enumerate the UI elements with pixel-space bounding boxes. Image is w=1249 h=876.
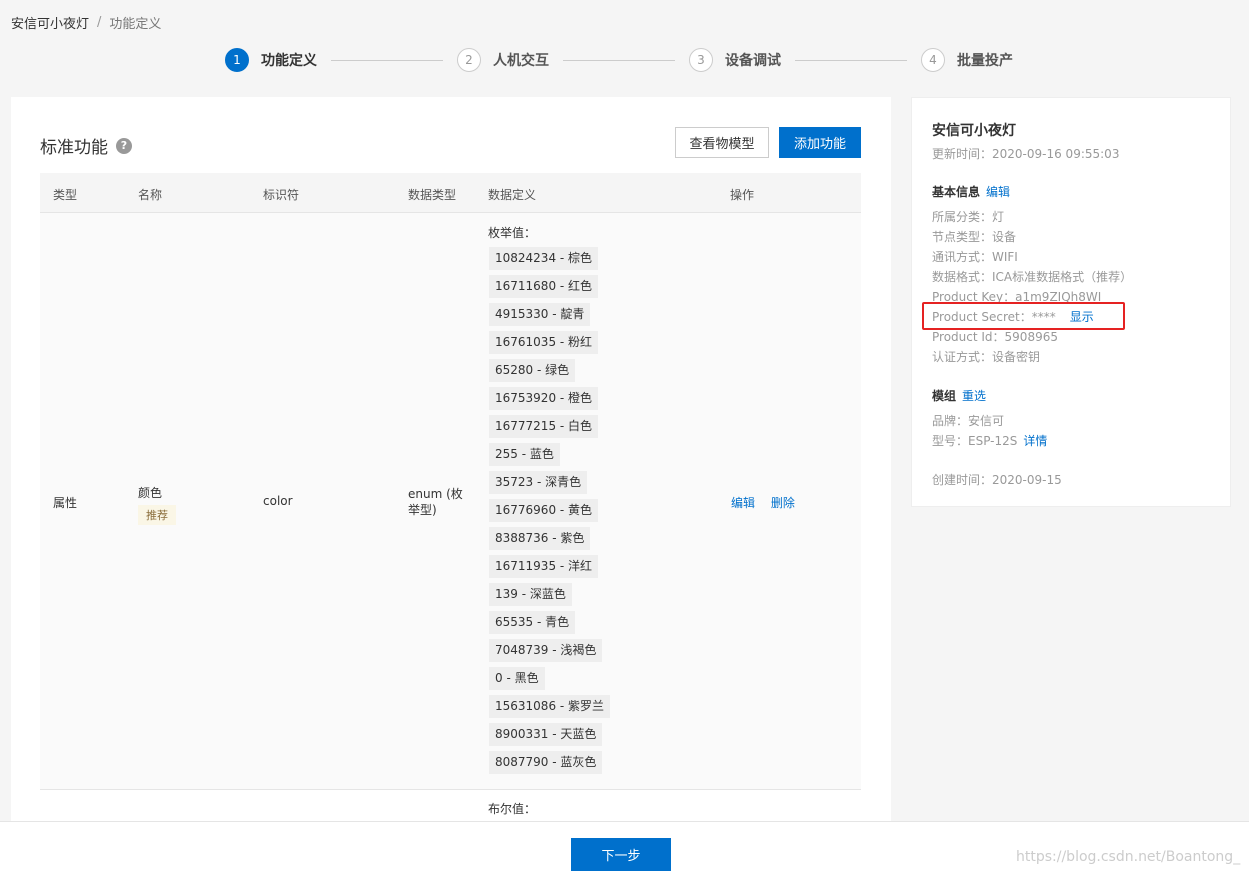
- standard-functions-panel: 标准功能 ? 查看物模型 添加功能 类型 名称 标识符 数据类型 数据定义 操作…: [11, 97, 891, 821]
- step-connector: [331, 59, 443, 61]
- enum-value: 16776960 - 黄色: [489, 499, 599, 522]
- highlight-box: [922, 302, 1125, 330]
- header-data-definition: 数据定义: [488, 188, 537, 202]
- step-connector: [563, 59, 675, 61]
- basic-info-heading: 基本信息 编辑: [932, 183, 1010, 200]
- breadcrumb-product[interactable]: 安信可小夜灯: [11, 13, 89, 32]
- enum-value: 8388736 - 紫色: [489, 527, 591, 550]
- basic-info-edit-link[interactable]: 编辑: [986, 185, 1010, 199]
- enum-value: 0 - 黑色: [489, 667, 545, 690]
- next-step-button[interactable]: 下一步: [571, 838, 671, 871]
- module-detail-link[interactable]: 详情: [1023, 434, 1047, 448]
- breadcrumb: 安信可小夜灯 / 功能定义: [11, 13, 161, 32]
- enum-value: 35723 - 深青色: [489, 471, 588, 494]
- row-name-cell: 颜色 推荐: [138, 484, 176, 525]
- step-1-number: 1: [225, 48, 249, 72]
- enum-value: 255 - 蓝色: [489, 443, 560, 466]
- enum-value: 10824234 - 棕色: [489, 247, 599, 270]
- enum-value: 4915330 - 靛青: [489, 303, 591, 326]
- header-data-type: 数据类型: [408, 188, 457, 202]
- info-brand: 品牌：安信可: [932, 414, 1005, 428]
- enum-values-list: 10824234 - 棕色 16711680 - 红色 4915330 - 靛青…: [489, 247, 611, 779]
- recommended-badge: 推荐: [138, 505, 176, 525]
- bool-values-title: 布尔值：: [488, 802, 537, 816]
- row-actions: 编辑 删除: [731, 494, 807, 511]
- step-2: 2 人机交互: [457, 48, 549, 72]
- table-header: 类型 名称 标识符 数据类型 数据定义 操作: [40, 173, 861, 213]
- module-heading: 模组 重选: [932, 387, 986, 404]
- step-3-label: 设备调试: [725, 53, 781, 69]
- row-name: 颜色: [138, 486, 163, 500]
- functions-table: 类型 名称 标识符 数据类型 数据定义 操作 属性 颜色 推荐 color en…: [40, 173, 861, 821]
- info-category: 所属分类：灯: [932, 210, 1005, 224]
- step-connector: [795, 59, 907, 61]
- info-product-id: Product Id：5908965: [932, 330, 1058, 344]
- breadcrumb-separator: /: [97, 15, 102, 30]
- watermark: https://blog.csdn.net/Boantong_: [1016, 849, 1241, 865]
- panel-title: 标准功能 ?: [40, 133, 132, 158]
- info-created: 创建时间：2020-09-15: [932, 473, 1062, 487]
- footer-bar: 下一步 https://blog.csdn.net/Boantong_: [0, 821, 1249, 876]
- enum-values-title: 枚举值：: [488, 226, 537, 240]
- header-actions: 操作: [730, 188, 755, 202]
- enum-value: 16761035 - 粉红: [489, 331, 599, 354]
- enum-value: 139 - 深蓝色: [489, 583, 572, 606]
- help-icon[interactable]: ?: [116, 137, 132, 154]
- step-4: 4 批量投产: [921, 48, 1013, 72]
- info-comm: 通讯方式：WIFI: [932, 250, 1018, 264]
- step-3-number: 3: [689, 48, 713, 72]
- module-label: 模组: [932, 389, 957, 403]
- row-identifier: color: [263, 494, 293, 508]
- table-row: 属性 颜色 推荐 color enum (枚举型) 枚举值： 10824234 …: [40, 213, 861, 790]
- enum-value: 65535 - 青色: [489, 611, 576, 634]
- table-row: 布尔值：: [40, 790, 861, 821]
- enum-value: 16777215 - 白色: [489, 415, 599, 438]
- header-name: 名称: [138, 188, 163, 202]
- update-time: 更新时间：2020-09-16 09:55:03: [932, 147, 1120, 161]
- panel-title-text: 标准功能: [40, 138, 108, 158]
- delete-link[interactable]: 删除: [771, 496, 795, 510]
- step-4-label: 批量投产: [957, 53, 1013, 69]
- info-node-type: 节点类型：设备: [932, 230, 1017, 244]
- step-4-number: 4: [921, 48, 945, 72]
- step-2-number: 2: [457, 48, 481, 72]
- module-reselect-link[interactable]: 重选: [962, 389, 986, 403]
- add-function-button[interactable]: 添加功能: [779, 127, 861, 158]
- breadcrumb-current: 功能定义: [109, 17, 162, 32]
- basic-info-label: 基本信息: [932, 185, 981, 199]
- product-info-panel: 安信可小夜灯 更新时间：2020-09-16 09:55:03 基本信息 编辑 所…: [911, 97, 1231, 507]
- view-model-button[interactable]: 查看物模型: [675, 127, 769, 158]
- info-data-format: 数据格式：ICA标准数据格式（推荐）: [932, 270, 1133, 284]
- info-model: 型号：ESP-12S 详情: [932, 432, 1047, 449]
- enum-value: 8087790 - 蓝灰色: [489, 751, 603, 774]
- product-title: 安信可小夜灯: [932, 123, 1016, 139]
- model-text: 型号：ESP-12S: [932, 434, 1018, 448]
- row-type: 属性: [53, 496, 78, 510]
- step-progress: 1 功能定义 2 人机交互 3 设备调试 4 批量投产: [225, 48, 1013, 72]
- row-data-type: enum (枚举型): [408, 487, 463, 517]
- step-1: 1 功能定义: [225, 48, 317, 72]
- enum-value: 15631086 - 紫罗兰: [489, 695, 611, 718]
- step-3: 3 设备调试: [689, 48, 781, 72]
- step-2-label: 人机交互: [493, 53, 549, 69]
- enum-value: 16711935 - 洋红: [489, 555, 599, 578]
- enum-value: 65280 - 绿色: [489, 359, 576, 382]
- edit-link[interactable]: 编辑: [731, 496, 755, 510]
- info-auth: 认证方式：设备密钥: [932, 350, 1041, 364]
- enum-value: 7048739 - 浅褐色: [489, 639, 603, 662]
- header-identifier: 标识符: [263, 188, 300, 202]
- enum-value: 8900331 - 天蓝色: [489, 723, 603, 746]
- step-1-label: 功能定义: [261, 53, 317, 69]
- header-type: 类型: [53, 188, 78, 202]
- enum-value: 16753920 - 橙色: [489, 387, 599, 410]
- enum-value: 16711680 - 红色: [489, 275, 599, 298]
